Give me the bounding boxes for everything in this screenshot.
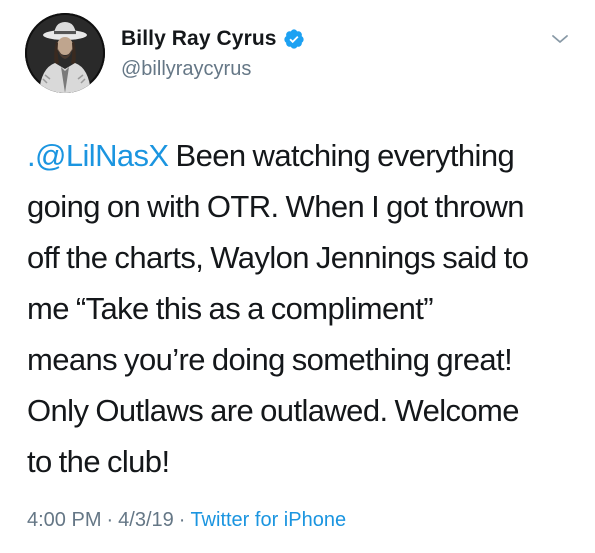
tweet-card: Billy Ray Cyrus @billyraycyrus .@LilNasX… bbox=[0, 0, 595, 553]
mention-link[interactable]: .@LilNasX bbox=[27, 138, 169, 173]
tweet-source-link[interactable]: Twitter for iPhone bbox=[190, 509, 346, 531]
tweet-date[interactable]: 4/3/19 bbox=[118, 509, 174, 531]
meta-separator: · bbox=[106, 509, 114, 531]
tweet-line-text: Been watching everything bbox=[168, 138, 515, 173]
tweet-time[interactable]: 4:00 PM bbox=[27, 509, 101, 531]
tweet-text: .@LilNasX Been watching everything going… bbox=[27, 130, 577, 487]
tweet-line: going on with OTR. When I got thrown bbox=[27, 189, 525, 224]
tweet-line: off the charts, Waylon Jennings said to bbox=[27, 240, 529, 275]
tweet-meta: 4:00 PM · 4/3/19 · Twitter for iPhone bbox=[27, 509, 346, 532]
tweet-line: .@LilNasX Been watching everything bbox=[27, 130, 577, 181]
tweet-line: means you’re doing something great! bbox=[27, 342, 513, 377]
verified-badge-icon bbox=[283, 28, 305, 50]
chevron-down-icon[interactable] bbox=[550, 32, 570, 46]
avatar-photo bbox=[25, 13, 105, 93]
avatar[interactable] bbox=[25, 13, 105, 93]
tweet-line: me “Take this as a compliment” bbox=[27, 291, 434, 326]
tweet-line: to the club! bbox=[27, 444, 170, 479]
author-name-row[interactable]: Billy Ray Cyrus bbox=[121, 27, 305, 51]
author-display-name[interactable]: Billy Ray Cyrus bbox=[121, 27, 277, 51]
tweet-line: Only Outlaws are outlawed. Welcome bbox=[27, 393, 520, 428]
meta-separator: · bbox=[178, 509, 186, 531]
author-handle[interactable]: @billyraycyrus bbox=[121, 58, 251, 81]
